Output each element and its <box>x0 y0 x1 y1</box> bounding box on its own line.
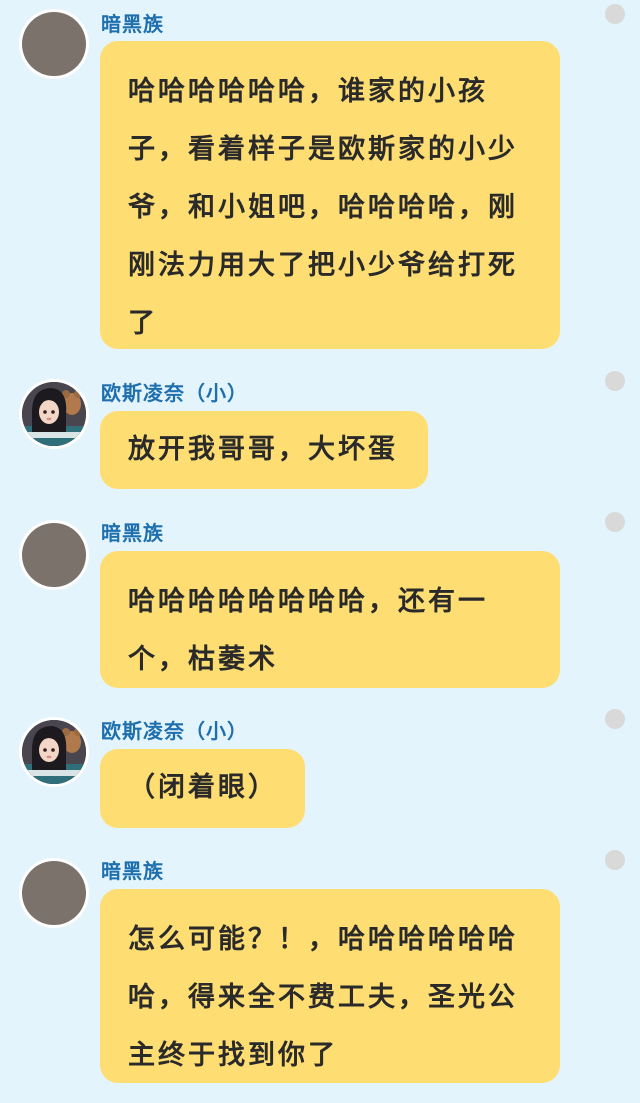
message-line: 主终于找到你了 <box>128 1040 338 1071</box>
message-bubble[interactable]: （闭着眼） <box>100 749 305 828</box>
status-dot <box>605 371 625 391</box>
message-bubble[interactable]: 哈哈哈哈哈哈，谁家的小孩 子，看着样子是欧斯家的小少 爷，和小姐吧，哈哈哈哈，刚… <box>100 41 560 349</box>
status-dot <box>605 850 625 870</box>
message-line: 子，看着样子是欧斯家的小少 <box>128 134 518 165</box>
status-dot <box>605 709 625 729</box>
status-dot <box>605 512 625 532</box>
message-line: 爷，和小姐吧，哈哈哈哈，刚 <box>128 192 518 223</box>
sender-name: 暗黑族 <box>101 859 164 883</box>
message-line: 哈哈哈哈哈哈，谁家的小孩 <box>128 76 488 107</box>
message-bubble[interactable]: 哈哈哈哈哈哈哈哈，还有一 个，枯萎术 <box>100 551 560 688</box>
girl-portrait-icon <box>22 382 86 446</box>
avatar[interactable] <box>22 382 86 446</box>
message-line: 刚法力用大了把小少爷给打死 <box>128 250 518 281</box>
message-line: 放开我哥哥，大坏蛋 <box>128 434 398 465</box>
message-bubble[interactable]: 放开我哥哥，大坏蛋 <box>100 411 428 489</box>
avatar[interactable] <box>22 720 86 784</box>
message-line: 怎么可能？！，哈哈哈哈哈哈 <box>128 924 518 955</box>
avatar[interactable] <box>22 523 86 587</box>
message-line: （闭着眼） <box>128 772 278 803</box>
message-line: 个，枯萎术 <box>128 644 278 675</box>
message-bubble[interactable]: 怎么可能？！，哈哈哈哈哈哈 哈，得来全不费工夫，圣光公 主终于找到你了 <box>100 889 560 1083</box>
sender-name: 暗黑族 <box>101 521 164 545</box>
message-line: 了 <box>128 308 158 339</box>
girl-portrait-icon <box>22 720 86 784</box>
sender-name: 暗黑族 <box>101 12 164 36</box>
avatar[interactable] <box>22 12 86 76</box>
sender-name: 欧斯凌奈（小） <box>101 381 248 405</box>
message-line: 哈哈哈哈哈哈哈哈，还有一 <box>128 586 488 617</box>
status-dot <box>605 4 625 24</box>
sender-name: 欧斯凌奈（小） <box>101 719 248 743</box>
avatar[interactable] <box>22 861 86 925</box>
message-line: 哈，得来全不费工夫，圣光公 <box>128 982 518 1013</box>
